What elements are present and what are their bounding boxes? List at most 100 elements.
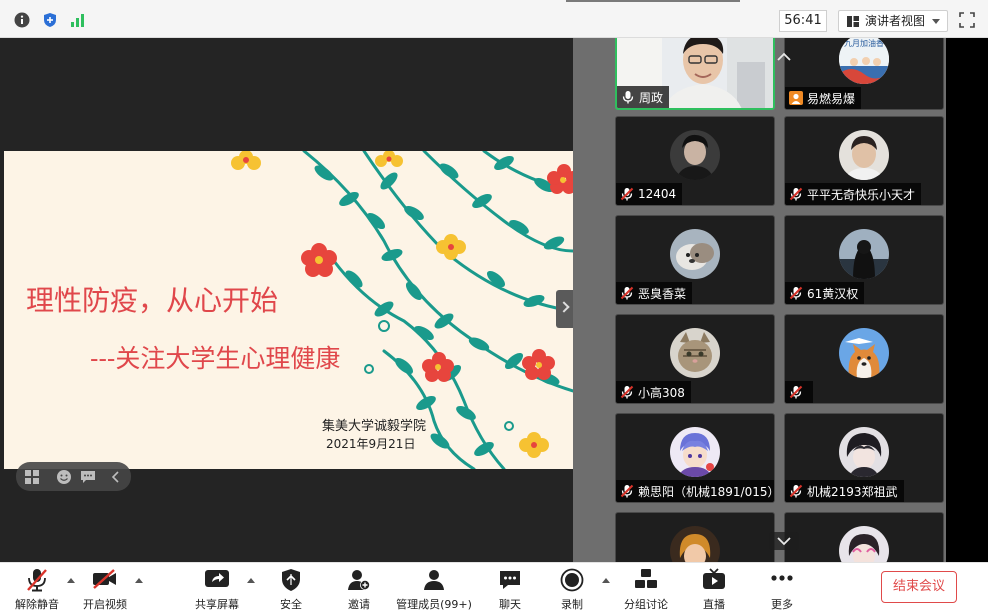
network-signal-icon[interactable] [70, 12, 86, 28]
manage-participants-button[interactable]: 管理成员(99+) [394, 563, 474, 610]
participant-tile[interactable]: 九月加油香 易燃易爆 [784, 38, 944, 110]
participant-name-bar: 恶臭香菜 [616, 282, 693, 304]
avatar [839, 328, 889, 378]
scroll-up-chevron-icon[interactable] [769, 48, 799, 66]
record-icon [560, 568, 584, 592]
more-button[interactable]: 更多 [758, 563, 806, 610]
share-screen-label: 共享屏幕 [195, 598, 239, 610]
chat-button[interactable]: 聊天 [486, 563, 534, 610]
participant-tile[interactable]: 赖思阳（机械1891/015） [615, 413, 775, 503]
microphone-muted-icon [789, 187, 803, 201]
breakout-rooms-label: 分组讨论 [624, 598, 668, 610]
microphone-muted-icon [620, 286, 634, 300]
slide-date: 2021年9月21日 [326, 437, 416, 451]
record-button[interactable]: 录制 [548, 563, 596, 610]
participant-name-bar: 易燃易爆 [785, 87, 862, 109]
end-meeting-button[interactable]: 结束会议 [881, 571, 957, 603]
emoji-reaction-icon[interactable] [56, 469, 72, 485]
live-stream-button[interactable]: 直播 [690, 563, 738, 610]
participant-name-bar: 赖思阳（机械1891/015） [616, 480, 775, 502]
microphone-muted-icon [27, 569, 47, 592]
avatar [670, 526, 720, 562]
more-label: 更多 [771, 598, 793, 610]
security-button[interactable]: 安全 [266, 563, 316, 610]
share-floating-toolbar [16, 462, 131, 491]
share-screen-button[interactable]: 共享屏幕 [188, 563, 246, 610]
view-mode-label: 演讲者视图 [865, 14, 926, 28]
participant-tile[interactable]: 12404 [615, 116, 775, 206]
avatar [670, 229, 720, 279]
avatar [839, 229, 889, 279]
video-options-caret-icon[interactable] [135, 578, 143, 583]
speaker-view-icon [847, 16, 859, 27]
fullscreen-icon[interactable] [959, 12, 975, 28]
record-label: 录制 [561, 598, 583, 610]
more-options-icon [771, 575, 793, 581]
avatar [670, 427, 720, 477]
meeting-timer: 56:41 [779, 10, 827, 32]
participant-tile[interactable]: 恶臭香菜 [615, 215, 775, 305]
microphone-muted-icon [620, 484, 634, 498]
participant-name: 机械2193郑祖武 [807, 484, 898, 499]
chevron-down-icon [932, 19, 940, 24]
invite-label: 邀请 [348, 598, 370, 610]
start-video-button[interactable]: 开启视频 [76, 563, 134, 610]
chat-bubble-icon [500, 571, 520, 589]
record-options-caret-icon[interactable] [602, 578, 610, 583]
participant-tile[interactable]: 小高308 [615, 314, 775, 404]
participant-name: 平平无奇快乐小天才 [807, 187, 916, 202]
participant-gallery: 周政 九月加油香 易燃易爆 12404 平平无奇快乐小天才 恶臭香菜 61黄汉权… [573, 38, 946, 562]
top-drag-indicator [566, 0, 740, 2]
slide-school-name: 集美大学诚毅学院 [322, 419, 427, 434]
participant-name: 61黄汉权 [807, 286, 859, 301]
avatar [839, 526, 889, 562]
video-camera-off-icon [93, 569, 116, 589]
participant-tile[interactable]: 平平无奇快乐小天才 [784, 116, 944, 206]
unmute-button[interactable]: 解除静音 [8, 563, 66, 610]
participant-name: 赖思阳（机械1891/015） [638, 484, 775, 499]
info-icon[interactable] [14, 12, 30, 28]
participant-tile[interactable] [784, 314, 944, 404]
breakout-rooms-button[interactable]: 分组讨论 [618, 563, 674, 610]
participant-tile[interactable] [784, 512, 944, 562]
avatar [839, 130, 889, 180]
share-options-caret-icon[interactable] [247, 578, 255, 583]
participant-name-bar: 周政 [617, 86, 670, 108]
microphone-muted-icon [620, 187, 634, 201]
participant-tile[interactable]: 周政 [615, 38, 775, 110]
microphone-muted-icon [620, 385, 634, 399]
microphone-muted-icon [789, 484, 803, 498]
participant-tile[interactable]: 机械2193郑祖武 [784, 413, 944, 503]
view-mode-dropdown[interactable]: 演讲者视图 [838, 10, 948, 32]
chat-label: 聊天 [499, 598, 521, 610]
share-screen-icon [205, 570, 229, 587]
slide-title: 理性防疫，从心开始 [26, 284, 279, 317]
shared-screen-area: 理性防疫，从心开始 ---关注大学生心理健康 集美大学诚毅学院 2021年9月2… [0, 38, 578, 562]
manage-participants-label: 管理成员(99+) [396, 598, 472, 610]
avatar: 九月加油香 [839, 38, 889, 84]
apps-grid-icon[interactable] [24, 469, 40, 485]
user-avatar-icon [789, 91, 803, 105]
avatar-badge-text: 九月加油香 [844, 39, 884, 48]
collapse-chevron-left-icon[interactable] [108, 469, 124, 485]
add-person-icon [348, 570, 370, 590]
participant-tile[interactable]: 61黄汉权 [784, 215, 944, 305]
meeting-controls-toolbar: 解除静音 开启视频 共享屏幕 安全 邀请 管理成员(99+) 聊天 录制 分组讨… [0, 562, 988, 610]
audio-options-caret-icon[interactable] [67, 578, 75, 583]
participant-name-bar [785, 381, 813, 403]
slide-subtitle: ---关注大学生心理健康 [90, 344, 341, 373]
avatar [670, 130, 720, 180]
security-shield-icon [282, 569, 300, 591]
participant-name: 周政 [639, 90, 664, 105]
participant-tile[interactable] [615, 512, 775, 562]
avatar [839, 427, 889, 477]
scroll-down-chevron-icon[interactable] [769, 532, 799, 550]
participant-name-bar: 12404 [616, 183, 683, 205]
invite-button[interactable]: 邀请 [334, 563, 384, 610]
chevron-right-icon [558, 301, 570, 313]
right-edge-panel [946, 38, 988, 562]
avatar [670, 328, 720, 378]
participant-name: 12404 [638, 187, 677, 201]
chat-bubble-icon[interactable] [80, 469, 96, 485]
encryption-shield-icon[interactable] [42, 12, 58, 28]
